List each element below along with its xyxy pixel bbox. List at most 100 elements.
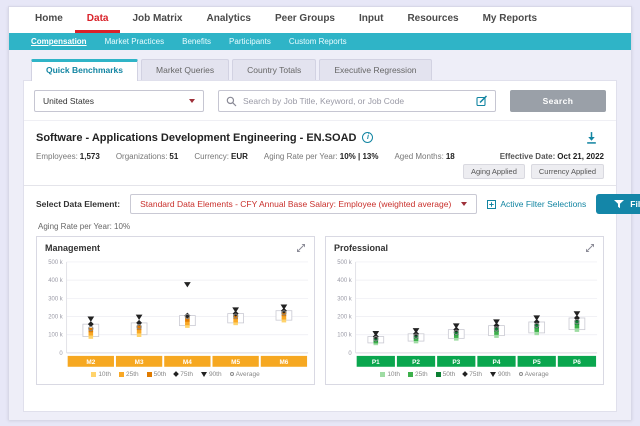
nav-peer-groups[interactable]: Peer Groups — [263, 7, 347, 33]
secondary-navigation: Compensation Market Practices Benefits P… — [9, 33, 631, 50]
legend-10th: 10th — [91, 371, 111, 378]
applied-badges: Aging Applied Currency Applied — [24, 162, 616, 185]
top-navigation: Home Data Job Matrix Analytics Peer Grou… — [9, 7, 631, 33]
legend-25th: 25th — [118, 371, 139, 378]
search-input[interactable] — [243, 96, 470, 106]
content-area: Quick Benchmarks Market Queries Country … — [9, 50, 640, 420]
svg-text:P5: P5 — [533, 359, 541, 366]
svg-text:P2: P2 — [412, 359, 420, 366]
expand-icon[interactable] — [585, 243, 595, 253]
data-element-row: Select Data Element: Standard Data Eleme… — [24, 186, 640, 218]
svg-text:M4: M4 — [183, 359, 192, 366]
svg-text:P6: P6 — [573, 359, 581, 366]
svg-text:0: 0 — [348, 351, 352, 357]
tab-bar: Quick Benchmarks Market Queries Country … — [9, 59, 631, 81]
data-element-label: Select Data Element: — [36, 199, 121, 209]
job-meta-row: Employees: 1,573 Organizations: 51 Currenc… — [24, 148, 616, 162]
professional-boxplot: 0 100 k 200 k 300 k 400 k 500 k P1 P2 P3 P4 P5 P6 — [337, 260, 598, 367]
chevron-down-icon — [189, 99, 195, 103]
subnav-market-practices[interactable]: Market Practices — [105, 37, 165, 46]
charts-row: Management 0 100 k 200 k 300 k 400 k 500 k M2 M… — [24, 233, 616, 385]
app-window: Home Data Job Matrix Analytics Peer Grou… — [8, 6, 640, 420]
svg-text:M3: M3 — [135, 359, 144, 366]
active-filter-selections-link[interactable]: Active Filter Selections — [487, 199, 586, 209]
funnel-icon — [614, 199, 625, 209]
professional-chart-panel: Professional 0 100 k 200 k 300 k 400 k 500 k P… — [325, 236, 604, 385]
legend-average: Average — [229, 371, 260, 378]
legend-75th: 75th — [462, 371, 482, 378]
chart-title: Management — [45, 243, 101, 253]
svg-text:M5: M5 — [231, 359, 240, 366]
expand-icon[interactable] — [296, 243, 306, 253]
svg-text:500 k: 500 k — [48, 260, 63, 266]
legend-75th: 75th — [173, 371, 193, 378]
legend-90th: 90th — [200, 371, 222, 378]
edit-icon[interactable] — [476, 95, 488, 107]
job-search-box — [218, 90, 496, 112]
aging-rate-note: Aging Rate per Year: 10% — [38, 222, 131, 231]
nav-my-reports[interactable]: My Reports — [471, 7, 549, 33]
svg-text:M2: M2 — [86, 359, 95, 366]
aging-applied-badge: Aging Applied — [463, 164, 525, 179]
subnav-compensation[interactable]: Compensation — [31, 37, 87, 46]
tab-executive-regression[interactable]: Executive Regression — [319, 59, 432, 80]
subnav-benefits[interactable]: Benefits — [182, 37, 211, 46]
page-title: Software - Applications Development Engi… — [36, 131, 357, 144]
meta-organizations: Organizations: 51 — [115, 152, 179, 161]
legend-50th: 50th — [146, 371, 166, 378]
chart-header: Professional — [326, 237, 603, 254]
main-panel: United States Search Software - Applicat… — [23, 80, 640, 412]
svg-text:300 k: 300 k — [337, 296, 352, 302]
info-icon[interactable]: i — [362, 132, 374, 143]
chart-header: Management — [37, 237, 314, 254]
management-boxplot: 0 100 k 200 k 300 k 400 k 500 k M2 M3 M4 M5 M6 — [48, 260, 309, 367]
nav-analytics[interactable]: Analytics — [195, 7, 263, 33]
tab-country-totals[interactable]: Country Totals — [232, 59, 317, 80]
chevron-down-icon — [461, 202, 468, 206]
search-button[interactable]: Search — [510, 90, 606, 112]
data-element-selected-value: Standard Data Elements - CFY Annual Base… — [140, 199, 452, 209]
nav-home[interactable]: Home — [23, 7, 75, 33]
svg-text:100 k: 100 k — [48, 333, 63, 339]
chart-title: Professional — [334, 243, 389, 253]
chart-legend: 10th 25th 50th 75th 90th Average — [37, 369, 314, 384]
legend-10th: 10th — [380, 371, 400, 378]
svg-text:400 k: 400 k — [337, 278, 352, 284]
svg-text:P3: P3 — [452, 359, 460, 366]
legend-25th: 25th — [407, 371, 428, 378]
plus-square-icon — [487, 199, 497, 209]
svg-text:M6: M6 — [279, 359, 288, 366]
management-chart-panel: Management 0 100 k 200 k 300 k 400 k 500 k M2 M… — [36, 236, 315, 385]
search-icon — [226, 96, 237, 107]
tab-market-queries[interactable]: Market Queries — [141, 59, 230, 80]
filters-button[interactable]: Filters — [596, 194, 640, 214]
search-row: United States Search — [24, 81, 616, 121]
nav-data[interactable]: Data — [74, 7, 121, 33]
svg-text:500 k: 500 k — [337, 260, 352, 266]
legend-average: Average — [518, 371, 549, 378]
nav-job-matrix[interactable]: Job Matrix — [120, 7, 194, 33]
currency-applied-badge: Currency Applied — [530, 164, 604, 179]
svg-text:P4: P4 — [493, 359, 501, 366]
chart-legend: 10th 25th 50th 75th 90th Average — [326, 369, 603, 384]
nav-resources[interactable]: Resources — [395, 7, 470, 33]
svg-text:0: 0 — [59, 351, 63, 357]
subnav-custom-reports[interactable]: Custom Reports — [289, 37, 347, 46]
effective-date: Effective Date: Oct 21, 2022 — [499, 152, 604, 161]
data-element-select[interactable]: Standard Data Elements - CFY Annual Base… — [130, 194, 478, 214]
svg-text:100 k: 100 k — [337, 333, 352, 339]
country-select[interactable]: United States — [34, 90, 204, 112]
meta-currency: Currency: EUR — [194, 152, 248, 161]
svg-text:P1: P1 — [372, 359, 380, 366]
meta-aged-months: Aged Months: 18 — [394, 152, 455, 161]
download-icon[interactable] — [585, 131, 598, 144]
legend-50th: 50th — [435, 371, 455, 378]
meta-employees: Employees: 1,573 — [36, 152, 100, 161]
subnav-participants[interactable]: Participants — [229, 37, 271, 46]
svg-text:400 k: 400 k — [48, 278, 63, 284]
svg-text:200 k: 200 k — [48, 314, 63, 320]
svg-text:200 k: 200 k — [337, 314, 352, 320]
tab-quick-benchmarks[interactable]: Quick Benchmarks — [31, 59, 139, 81]
meta-aging-rate: Aging Rate per Year: 10% | 13% — [263, 152, 379, 161]
nav-input[interactable]: Input — [347, 7, 395, 33]
